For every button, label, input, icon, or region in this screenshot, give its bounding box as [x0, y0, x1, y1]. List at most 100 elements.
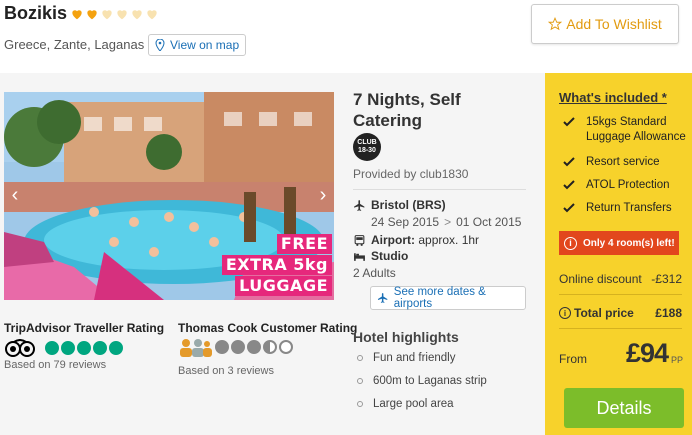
rating-circle-full [93, 341, 107, 355]
departure-airport: Bristol (BRS) [371, 198, 446, 212]
rating-circle-full [109, 341, 123, 355]
transfer-value: approx. 1hr [418, 233, 480, 247]
heart-empty-icon [102, 9, 112, 19]
included-item: Return Transfers [563, 201, 672, 216]
hotel-name-text: Bozikis [4, 3, 68, 23]
checkmark-icon [563, 180, 575, 190]
rating-circle-full [215, 340, 229, 354]
discount-label: Online discount [559, 272, 642, 286]
price-per-person: £94 [626, 338, 669, 368]
rooms-left-text: Only 4 room(s) left! [583, 237, 675, 249]
heart-full-icon [87, 9, 97, 19]
customers-icon [180, 339, 212, 357]
rating-circle-full [77, 341, 91, 355]
promo-line-1: FREE [276, 234, 332, 254]
tripadvisor-reviews: Based on 79 reviews [4, 359, 107, 371]
hotel-rating-hearts [69, 7, 159, 21]
room-type: Studio [371, 249, 409, 263]
online-discount-row: Online discount -£312 [559, 272, 682, 286]
highlight-item: 600m to Laganas strip [357, 375, 487, 387]
thomascook-reviews: Based on 3 reviews [178, 365, 274, 377]
total-label: Total price [574, 306, 634, 320]
tripadvisor-owl-icon [5, 339, 35, 357]
divider [559, 294, 682, 295]
hotel-highlights-title: Hotel highlights [353, 329, 459, 345]
rating-circle-half [263, 340, 277, 354]
departure-row: Bristol (BRS) [353, 198, 446, 212]
bullet-icon [357, 355, 363, 361]
included-text: Resort service [586, 156, 660, 168]
rating-circle-full [247, 340, 261, 354]
date-from: 24 Sep 2015 [371, 215, 440, 229]
included-text: ATOL Protection [586, 179, 670, 191]
rating-circle-full [231, 340, 245, 354]
photo-next-arrow[interactable]: › [316, 184, 330, 206]
included-item: ATOL Protection [563, 178, 670, 193]
hotel-location: Greece, Zante, Laganas [4, 37, 145, 52]
rating-circle-empty [279, 340, 293, 354]
bullet-icon [357, 401, 363, 407]
view-on-map-button[interactable]: View on map [148, 34, 247, 56]
details-button[interactable]: Details [564, 388, 684, 428]
wishlist-label: Add To Wishlist [566, 16, 662, 32]
total-price-row: i Total price £188 [559, 306, 682, 320]
see-more-label: See more dates & airports [393, 286, 486, 310]
divider [559, 328, 682, 329]
total-value: £188 [655, 306, 682, 320]
transfer-row: Airport: approx. 1hr [353, 233, 479, 247]
whats-included-link[interactable]: What's included * [559, 90, 667, 105]
highlight-item: Fun and friendly [357, 352, 455, 364]
highlight-item: Large pool area [357, 398, 454, 410]
rating-circle-full [45, 341, 59, 355]
add-to-wishlist-button[interactable]: Add To Wishlist [531, 4, 679, 44]
date-to: 01 Oct 2015 [456, 215, 522, 229]
included-text: Return Transfers [586, 202, 672, 214]
per-person-label: PP [671, 355, 684, 365]
photo-prev-arrow[interactable]: ‹ [8, 184, 22, 206]
room-row: Studio [353, 249, 408, 263]
plane-icon [354, 200, 365, 211]
info-icon: i [564, 236, 577, 250]
hotel-photo: ‹ › FREE EXTRA 5kg LUGGAGE [4, 92, 334, 300]
club1830-logo: CLUB 18-30 [353, 133, 381, 161]
transfer-label: Airport: [371, 233, 415, 247]
map-pin-icon [155, 39, 165, 51]
thomascook-rating [178, 337, 295, 357]
provided-by: Provided by club1830 [353, 167, 469, 181]
divider [353, 189, 526, 190]
view-on-map-label: View on map [170, 38, 240, 52]
bed-icon [354, 253, 365, 261]
checkmark-icon [563, 157, 575, 167]
bus-icon [354, 235, 365, 246]
checkmark-icon [563, 117, 575, 127]
highlight-text: Fun and friendly [373, 352, 456, 364]
heart-empty-icon [132, 9, 142, 19]
tripadvisor-title: TripAdvisor Traveller Rating [4, 321, 165, 335]
highlight-text: Large pool area [373, 398, 454, 410]
bullet-icon [357, 378, 363, 384]
promo-line-2: EXTRA 5kg [221, 255, 332, 275]
offer-title: 7 Nights, Self Catering [353, 90, 461, 130]
discount-value: -£312 [651, 272, 682, 286]
from-label: From [559, 352, 587, 366]
rating-circle-full [61, 341, 75, 355]
hotel-name: Bozikis [4, 3, 159, 24]
star-icon [548, 17, 563, 31]
rooms-left-alert: i Only 4 room(s) left! [559, 231, 679, 255]
highlight-text: 600m to Laganas strip [373, 375, 487, 387]
heart-empty-icon [147, 9, 157, 19]
included-item: 15kgs Standard Luggage Allowance [563, 115, 688, 145]
thomascook-title: Thomas Cook Customer Rating [178, 321, 358, 335]
dates-row: 24 Sep 2015 > 01 Oct 2015 [371, 215, 521, 229]
heart-empty-icon [117, 9, 127, 19]
plane-icon [377, 293, 388, 303]
info-icon[interactable]: i [559, 307, 571, 319]
tripadvisor-rating [4, 339, 125, 357]
see-more-dates-button[interactable]: See more dates & airports [370, 286, 526, 310]
included-text: 15kgs Standard Luggage Allowance [586, 116, 686, 143]
promo-line-3: LUGGAGE [235, 276, 332, 296]
included-item: Resort service [563, 155, 660, 170]
promo-badge: FREE EXTRA 5kg LUGGAGE [221, 233, 332, 296]
date-arrow-icon: > [444, 215, 452, 229]
guests: 2 Adults [353, 266, 396, 280]
